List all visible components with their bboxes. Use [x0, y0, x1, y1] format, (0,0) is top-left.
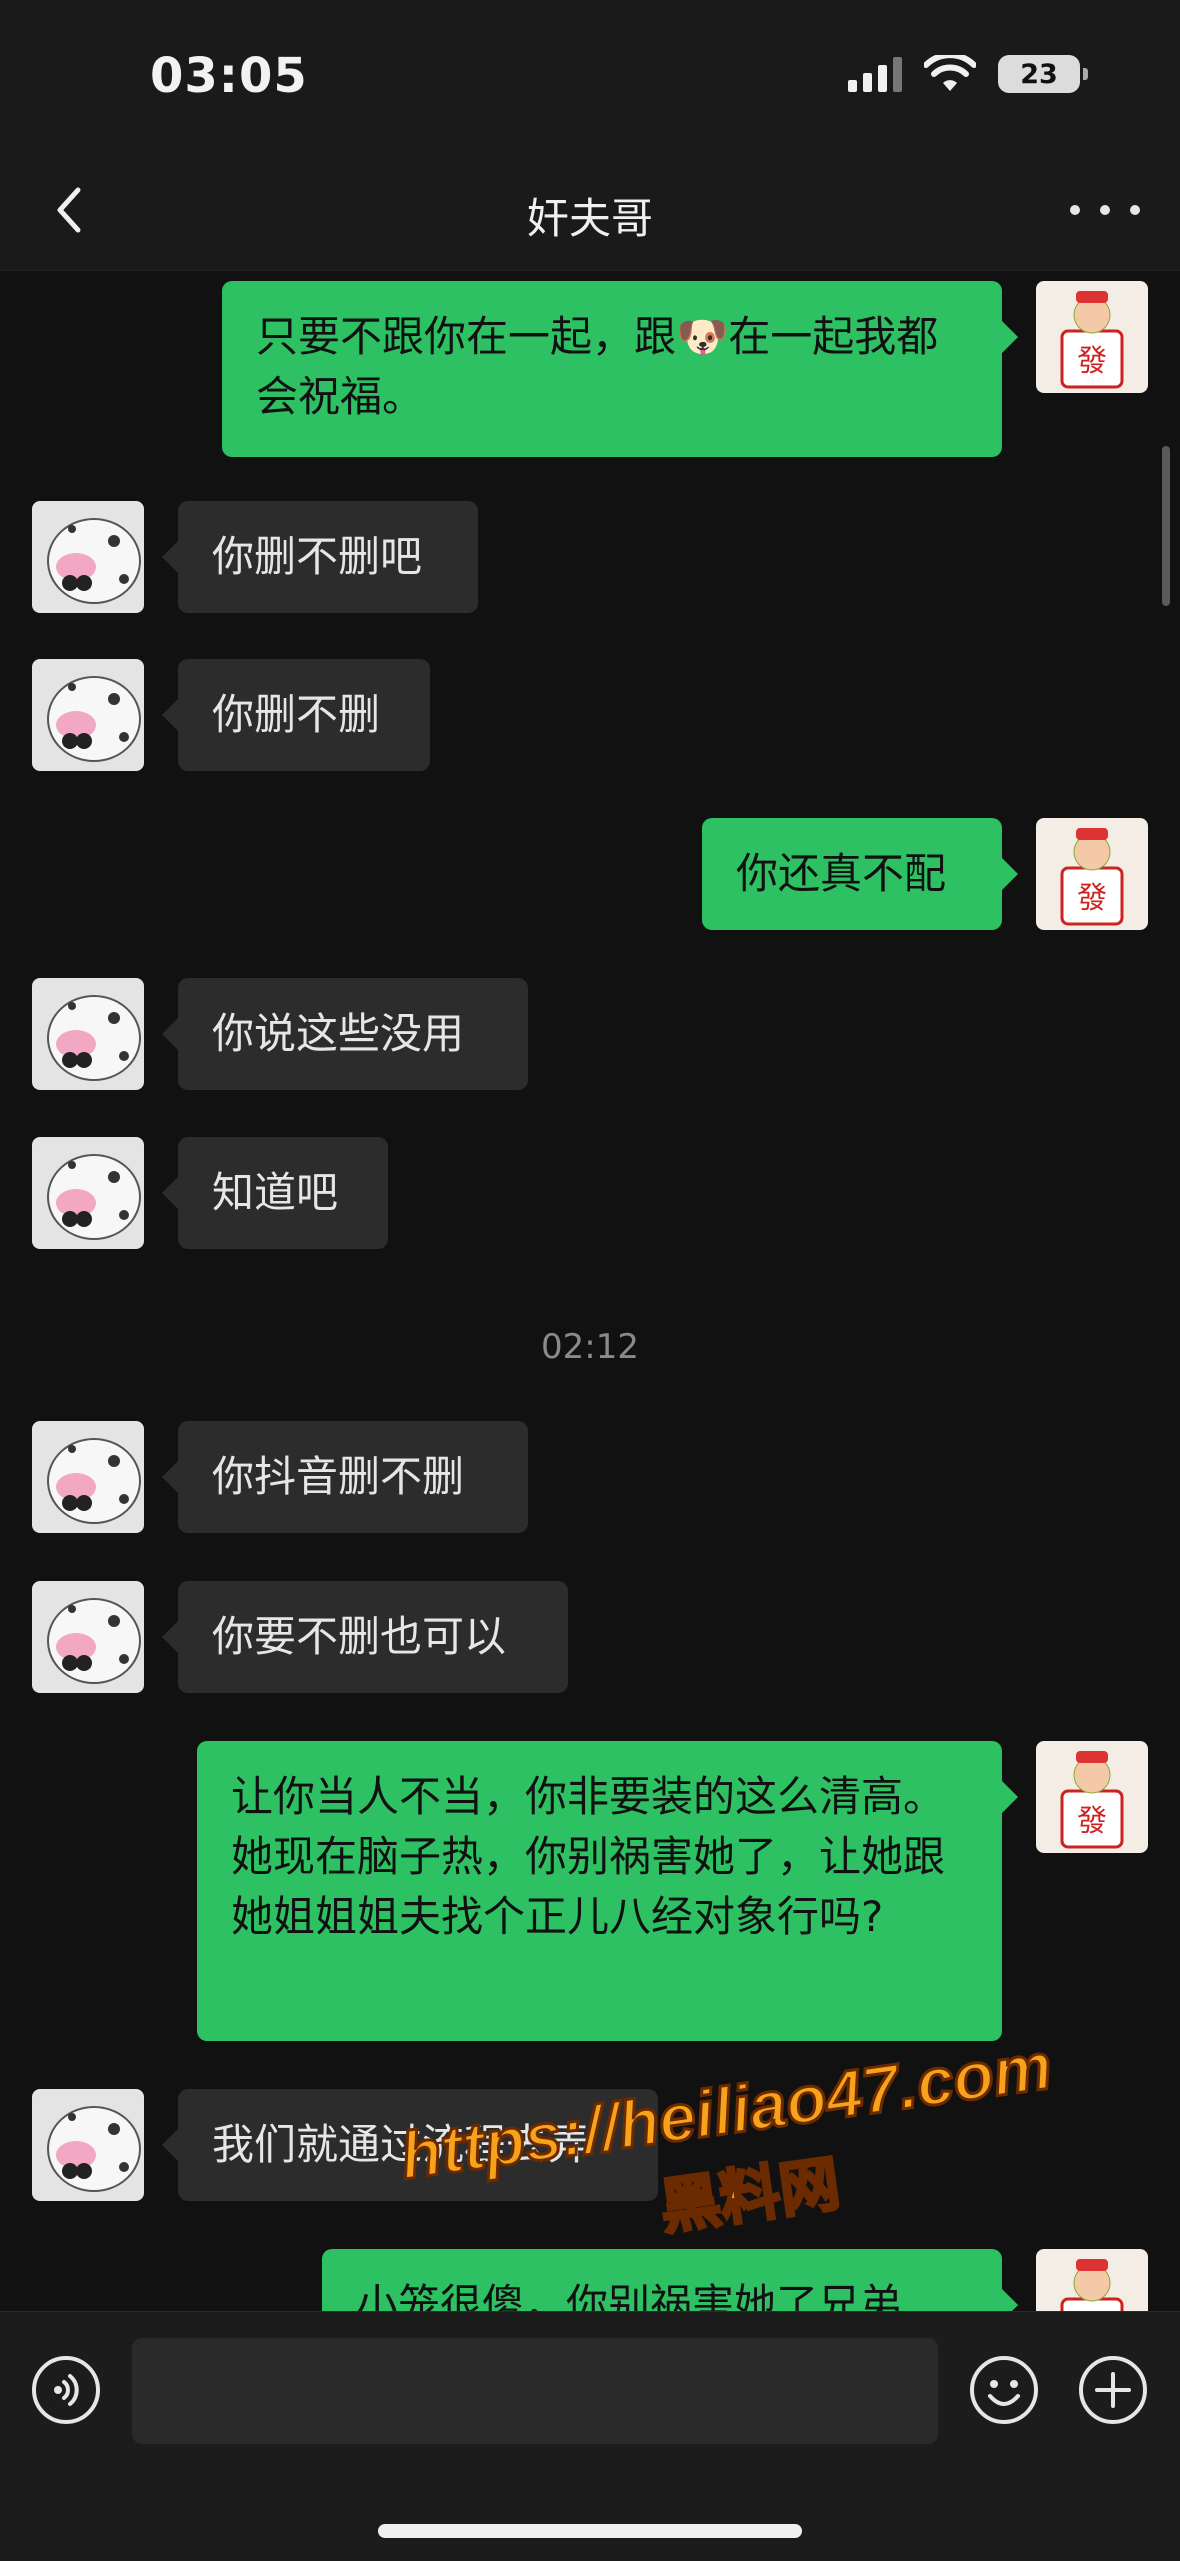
status-bar: 03:05 23 [0, 0, 1180, 150]
message-bubble[interactable]: 你要不删也可以 [162, 1581, 568, 1693]
avatar[interactable] [32, 1137, 144, 1249]
home-indicator [378, 2524, 802, 2538]
avatar[interactable] [32, 659, 144, 771]
avatar[interactable] [32, 1421, 144, 1533]
chat-header: 奸夫哥 [0, 150, 1180, 271]
message-bubble[interactable]: 我们就通过流程去弄 [162, 2089, 658, 2201]
emoji-icon[interactable] [968, 2354, 1040, 2426]
chat-title: 奸夫哥 [526, 194, 653, 243]
avatar[interactable]: 發 [1036, 2249, 1148, 2311]
svg-text:發: 發 [1077, 1804, 1107, 1839]
status-time: 03:05 [150, 48, 308, 104]
message-bubble[interactable]: 你抖音删不删 [162, 1421, 528, 1533]
more-options-icon[interactable] [1070, 198, 1140, 222]
cellular-signal-icon [848, 56, 902, 92]
add-icon[interactable] [1077, 2354, 1149, 2426]
status-icons: 23 [848, 55, 1088, 93]
message-bubble[interactable]: 让你当人不当，你非要装的这么清高。她现在脑子热，你别祸害她了，让她跟她姐姐姐夫找… [197, 1741, 1018, 2041]
avatar[interactable] [32, 2089, 144, 2201]
message-bubble[interactable]: 你删不删 [162, 659, 430, 771]
message-list[interactable]: 發只要不跟你在一起，跟🐶在一起我都会祝福。 你删不删吧 你删不删發你还真不配 你说这些… [0, 271, 1180, 2311]
message-bubble[interactable]: 小笼很傻，你别祸害她了兄弟 [322, 2249, 1018, 2311]
avatar[interactable] [32, 501, 144, 613]
voice-input-icon[interactable] [30, 2354, 102, 2426]
scrollbar[interactable] [1162, 446, 1170, 606]
svg-text:發: 發 [1077, 881, 1107, 916]
avatar[interactable]: 發 [1036, 1741, 1148, 1853]
message-bubble[interactable]: 你说这些没用 [162, 978, 528, 1090]
time-divider: 02:12 [541, 1327, 639, 1367]
message-bubble[interactable]: 知道吧 [162, 1137, 388, 1249]
avatar[interactable]: 發 [1036, 281, 1148, 393]
svg-text:發: 發 [1077, 344, 1107, 379]
message-bubble[interactable]: 你删不删吧 [162, 501, 478, 613]
message-input[interactable] [132, 2338, 938, 2444]
wifi-icon [924, 55, 976, 91]
battery-icon: 23 [998, 55, 1088, 93]
avatar[interactable]: 發 [1036, 818, 1148, 930]
message-bubble[interactable]: 只要不跟你在一起，跟🐶在一起我都会祝福。 [222, 281, 1018, 457]
message-bubble[interactable]: 你还真不配 [702, 818, 1018, 930]
avatar[interactable] [32, 1581, 144, 1693]
avatar[interactable] [32, 978, 144, 1090]
